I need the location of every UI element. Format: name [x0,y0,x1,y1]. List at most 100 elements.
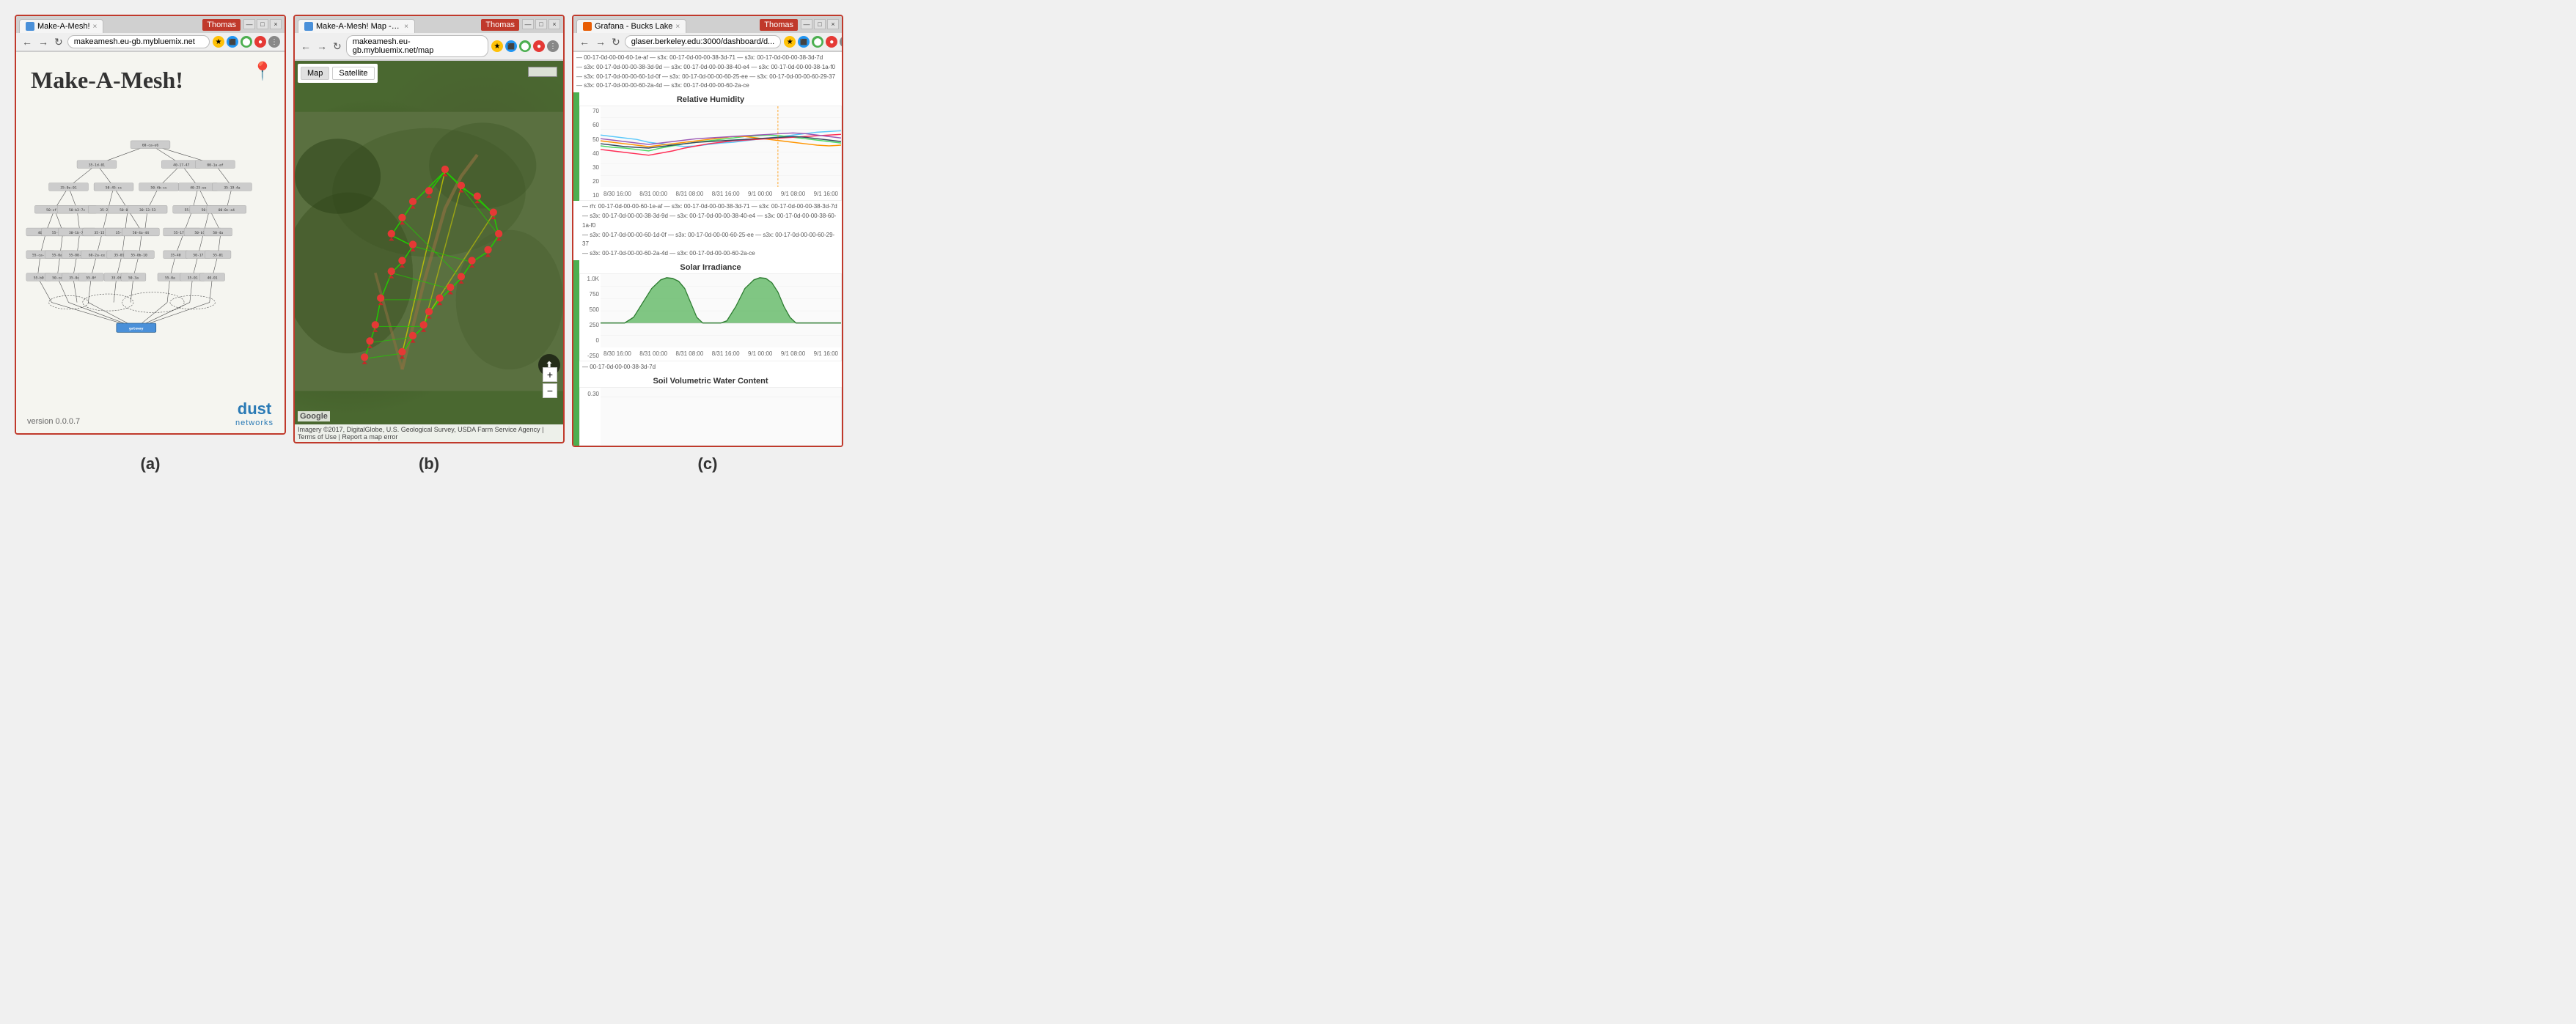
tab-a[interactable]: Make-A-Mesh! × [19,19,103,33]
svg-text:35-19-4a: 35-19-4a [224,185,240,190]
close-tab-b[interactable]: × [404,23,408,31]
panel-a-content: 📍 Make-A-Mesh! [16,52,285,433]
browser-chrome-b: Make-A-Mesh! Map - 3D... × Thomas — □ × … [295,16,563,61]
favicon-a [26,22,34,31]
user-badge-b: Thomas [481,19,519,31]
svg-text:40-17-47: 40-17-47 [173,163,189,168]
chart2-side-bar [573,260,579,374]
svg-text:50-45-cc: 50-45-cc [106,185,122,190]
toolbar-icons-b: ★ ⬛ ⬤ ● ⋮ [491,40,559,52]
svg-text:50-ce: 50-ce [52,276,62,280]
map-pin-icon: 📍 [252,61,274,82]
chart4-title: Soil Volumetric Water Content [579,377,842,386]
svg-text:55-01: 55-01 [213,254,223,258]
forward-btn-a[interactable]: → [37,36,50,48]
ext-icon-2a[interactable]: ⬤ [241,36,252,48]
browser-chrome-a: Make-A-Mesh! × Thomas — □ × ← → ↻ makeam… [16,16,285,52]
back-btn-b[interactable]: ← [299,40,312,52]
ext-icon-1c[interactable]: ⬛ [798,36,810,48]
zoom-in-btn[interactable]: + [543,367,557,382]
minimize-btn-c[interactable]: — [801,19,812,29]
chart3-inner [601,274,841,347]
ext-icon-1a[interactable]: ⬛ [227,36,238,48]
ext-icon-2c[interactable]: ⬤ [812,36,823,48]
chart4-y-label: 0.30 [581,391,599,397]
user-badge-a: Thomas [202,19,241,31]
chart3-x-axis: 8/30 16:00 8/31 00:00 8/31 08:00 8/31 16… [601,347,841,361]
chart2-main: Solar Irradiance 1.0K 750 500 250 0 -250 [579,260,842,374]
svg-text:30-13-53: 30-13-53 [139,208,155,213]
url-text-a: makeamesh.eu-gb.mybluemix.net [74,37,195,46]
url-text-c: glaser.berkeley.edu:3000/dashboard/d... [631,37,775,46]
user-badge-c: Thomas [760,19,798,31]
ext-icon-2b[interactable]: ⬤ [519,40,531,52]
reload-btn-a[interactable]: ↻ [53,36,65,48]
back-btn-a[interactable]: ← [21,36,34,48]
browser-window-a: Make-A-Mesh! × Thomas — □ × ← → ↻ makeam… [15,15,286,435]
panel-c-content: — 00-17-0d-00-00-60-1e-af — s3x: 00-17-0… [573,52,842,446]
url-box-a[interactable]: makeamesh.eu-gb.mybluemix.net [67,35,210,48]
chart1-x-axis: 8/30 16:00 8/31 00:00 8/31 08:00 8/31 16… [601,187,841,200]
map-svg [295,61,563,442]
close-tab-a[interactable]: × [93,23,98,31]
reload-btn-b[interactable]: ↻ [331,40,343,53]
url-box-b[interactable]: makeamesh.eu-gb.mybluemix.net/map [346,35,488,57]
svg-text:35-0e-01: 35-0e-01 [60,185,76,190]
ext-icon-1b[interactable]: ⬛ [505,40,517,52]
zoom-out-btn[interactable]: − [543,383,557,398]
maximize-btn-c[interactable]: □ [814,19,826,29]
maximize-btn-b[interactable]: □ [535,19,547,29]
minimize-btn-b[interactable]: — [522,19,534,29]
star-icon-a[interactable]: ★ [213,36,224,48]
window-controls-c: — □ × [801,19,839,29]
forward-btn-b[interactable]: → [315,40,329,52]
label-a-col: (a) [15,454,286,474]
ext-icon-3b[interactable]: ● [533,40,545,52]
close-btn-b[interactable]: × [548,19,560,29]
url-box-c[interactable]: glaser.berkeley.edu:3000/dashboard/d... [625,35,782,48]
close-btn-a[interactable]: × [270,19,282,29]
maximize-btn-a[interactable]: □ [257,19,268,29]
tab-bar-b: Make-A-Mesh! Map - 3D... × Thomas — □ × [295,16,563,33]
reload-btn-c[interactable]: ↻ [610,36,622,48]
star-icon-c[interactable]: ★ [784,36,796,48]
forward-btn-c[interactable]: → [594,36,607,48]
map-type-satellite-btn[interactable]: Satellite [332,67,374,80]
favicon-b [304,22,313,31]
menu-icon-b[interactable]: ⋮ [547,40,559,52]
tab-title-b: Make-A-Mesh! Map - 3D... [316,22,401,31]
mid-legend-line-3: — s3x: 00-17-0d-00-00-60-1d-0f — s3x: 00… [582,232,834,248]
svg-text:55-0a: 55-0a [165,276,175,280]
menu-icon-c[interactable]: ⋮ [840,36,843,48]
chart4-main: Soil Volumetric Water Content 0.30 [579,374,842,446]
main-container: Make-A-Mesh! × Thomas — □ × ← → ↻ makeam… [15,15,843,447]
toolbar-icons-a: ★ ⬛ ⬤ ● ⋮ [213,36,280,48]
mid-legend-line-4: — s3x: 00-17-0d-00-00-60-2a-4d — s3x: 00… [582,250,755,257]
back-btn-c[interactable]: ← [578,36,591,48]
url-text-b: makeamesh.eu-gb.mybluemix.net/map [353,37,482,55]
window-controls-a: — □ × [243,19,282,29]
chart3-svg [601,274,841,347]
network-svg: 60-ca-e6 35-1d-01 40-17-47 00-1a-af 35-0… [23,101,277,380]
close-tab-c[interactable]: × [675,23,680,31]
chart1-side-bar [573,92,579,201]
star-icon-b[interactable]: ★ [491,40,503,52]
menu-icon-a[interactable]: ⋮ [268,36,280,48]
window-controls-b: — □ × [522,19,560,29]
ext-icon-3a[interactable]: ● [254,36,266,48]
close-btn-c[interactable]: × [827,19,839,29]
svg-text:50-3a: 50-3a [128,276,139,280]
tab-c[interactable]: Grafana - Bucks Lake × [576,19,686,33]
ext-icon-3c[interactable]: ● [826,36,837,48]
label-b: (b) [419,454,439,473]
chart1-title: Relative Humidity [579,95,842,104]
svg-text:35-40: 35-40 [171,254,181,258]
map-type-map-btn[interactable]: Map [301,67,329,80]
chart1-svg [601,106,841,187]
tab-b[interactable]: Make-A-Mesh! Map - 3D... × [298,19,415,33]
svg-text:50-4b-cc: 50-4b-cc [150,185,166,190]
minimize-btn-a[interactable]: — [243,19,255,29]
legend-line-3: — s3x: 00-17-0d-00-00-60-1d-0f — s3x: 00… [576,73,835,80]
dust-logo: dust networks [235,399,274,427]
svg-text:35-1d-01: 35-1d-01 [89,163,105,168]
